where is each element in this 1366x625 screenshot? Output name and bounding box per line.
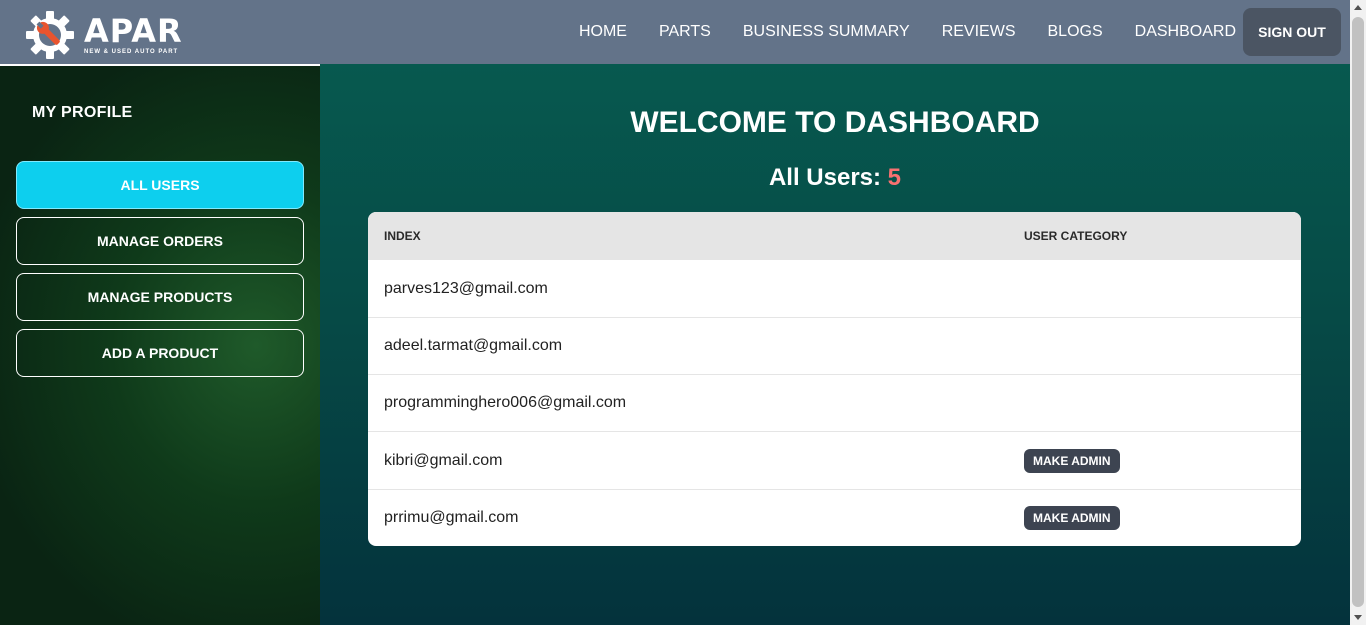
nav-parts[interactable]: PARTS <box>659 23 711 41</box>
users-table: INDEX USER CATEGORY parves123@gmail.com … <box>368 212 1301 546</box>
sidebar-item-all-users[interactable]: ALL USERS <box>16 161 304 209</box>
nav-business-summary[interactable]: BUSINESS SUMMARY <box>743 23 910 41</box>
page-title: WELCOME TO DASHBOARD <box>630 106 1040 139</box>
user-email: prrimu@gmail.com <box>384 509 519 526</box>
dashboard-sidebar: MY PROFILE ALL USERS MANAGE ORDERS MANAG… <box>0 64 320 625</box>
table-row: prrimu@gmail.com MAKE ADMIN <box>368 489 1301 546</box>
column-header-index: INDEX <box>384 229 421 243</box>
user-email: parves123@gmail.com <box>384 279 548 297</box>
users-count-heading: All Users: 5 <box>320 164 1350 192</box>
table-header: INDEX USER CATEGORY <box>368 212 1301 260</box>
nav-links: HOME PARTS BUSINESS SUMMARY REVIEWS BLOG… <box>547 0 1236 64</box>
make-admin-button[interactable]: MAKE ADMIN <box>1024 448 1120 473</box>
users-count-label: All Users: <box>768 164 888 191</box>
nav-blogs[interactable]: BLOGS <box>1048 23 1103 41</box>
sign-out-button[interactable]: SIGN OUT <box>1243 8 1341 56</box>
sidebar-title[interactable]: MY PROFILE <box>32 104 133 122</box>
nav-dashboard[interactable]: DASHBOARD <box>1135 23 1236 41</box>
sidebar-item-manage-products[interactable]: MANAGE PRODUCTS <box>16 273 304 321</box>
sidebar-item-manage-orders[interactable]: MANAGE ORDERS <box>16 217 304 265</box>
nav-reviews[interactable]: REVIEWS <box>942 23 1016 41</box>
table-row: kibri@gmail.com MAKE ADMIN <box>368 431 1301 489</box>
brand-logo[interactable]: APAR NEW & USED AUTO PART <box>24 9 183 61</box>
table-row: programminghero006@gmail.com <box>368 374 1301 431</box>
scroll-up-arrow-icon[interactable] <box>1354 5 1362 10</box>
scroll-thumb[interactable] <box>1352 17 1364 607</box>
table-row: adeel.tarmat@gmail.com <box>368 317 1301 374</box>
column-header-user-category: USER CATEGORY <box>1024 229 1128 243</box>
brand-title: APAR <box>84 12 183 50</box>
user-email: kibri@gmail.com <box>384 451 503 469</box>
table-row: parves123@gmail.com <box>368 260 1301 317</box>
user-email: adeel.tarmat@gmail.com <box>384 337 563 354</box>
brand-subtitle: NEW & USED AUTO PART <box>84 49 179 55</box>
top-navbar: APAR NEW & USED AUTO PART HOME PARTS BUS… <box>0 0 1350 64</box>
scroll-down-arrow-icon[interactable] <box>1354 615 1362 620</box>
users-count-value: 5 <box>887 164 902 191</box>
dashboard-main: WELCOME TO DASHBOARD All Users: 5 INDEX … <box>320 64 1350 625</box>
user-email: programminghero006@gmail.com <box>384 394 627 411</box>
table-body: parves123@gmail.com adeel.tarmat@gmail.c… <box>368 260 1301 546</box>
page-scrollbar[interactable] <box>1350 0 1366 625</box>
make-admin-button[interactable]: MAKE ADMIN <box>1024 506 1120 530</box>
nav-home[interactable]: HOME <box>579 23 627 41</box>
gear-wrench-logo-icon <box>26 11 74 59</box>
sidebar-item-add-product[interactable]: ADD A PRODUCT <box>16 329 304 377</box>
